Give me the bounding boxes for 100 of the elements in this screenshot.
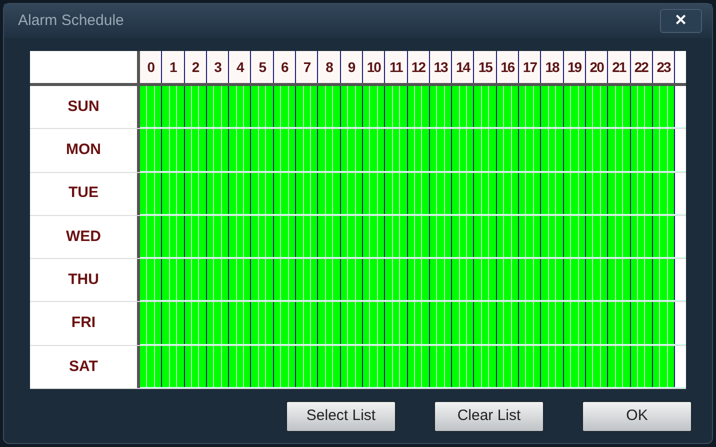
hour-cell[interactable]	[630, 172, 653, 214]
hour-cell[interactable]	[162, 129, 185, 171]
hour-cell[interactable]	[340, 129, 363, 171]
hour-cell[interactable]	[296, 346, 318, 388]
hour-cell[interactable]	[206, 346, 230, 388]
hour-cell[interactable]	[296, 302, 318, 344]
hour-cell[interactable]	[652, 172, 676, 214]
hour-cell[interactable]	[496, 346, 520, 388]
hour-cell[interactable]	[362, 86, 386, 128]
hour-cell[interactable]	[385, 129, 408, 171]
hour-cell[interactable]	[318, 346, 341, 388]
hour-cell[interactable]	[541, 259, 564, 300]
hour-cell[interactable]	[474, 216, 497, 258]
hour-cell[interactable]	[496, 129, 520, 171]
hour-cell[interactable]	[184, 86, 207, 128]
hour-cell[interactable]	[251, 86, 274, 128]
hour-cell[interactable]	[229, 216, 252, 258]
hour-cell[interactable]	[452, 86, 474, 128]
hour-cell[interactable]	[362, 129, 386, 171]
hour-cell[interactable]	[274, 346, 296, 388]
hour-cell[interactable]	[452, 346, 474, 388]
hour-cell[interactable]	[140, 302, 162, 344]
hour-cell[interactable]	[430, 259, 452, 300]
hour-cell[interactable]	[608, 259, 631, 300]
hour-cell[interactable]	[630, 259, 653, 300]
hour-cell[interactable]	[206, 302, 230, 344]
hour-cell[interactable]	[586, 346, 608, 388]
hour-cell[interactable]	[385, 259, 408, 300]
hour-cell[interactable]	[296, 172, 318, 214]
hour-cell[interactable]	[652, 302, 676, 344]
hour-cell[interactable]	[385, 302, 408, 344]
hour-cell[interactable]	[251, 346, 274, 388]
hour-cell[interactable]	[251, 302, 274, 344]
ok-button[interactable]: OK	[582, 401, 692, 432]
hour-cell[interactable]	[564, 86, 586, 128]
hour-cell[interactable]	[474, 86, 497, 128]
hour-cell[interactable]	[362, 302, 386, 344]
hour-cell[interactable]	[430, 346, 452, 388]
hour-cell[interactable]	[296, 86, 318, 128]
hour-cell[interactable]	[385, 346, 408, 388]
hour-cell[interactable]	[586, 216, 608, 258]
hour-cell[interactable]	[541, 172, 564, 214]
hour-cell[interactable]	[541, 302, 564, 344]
hour-cell[interactable]	[206, 216, 230, 258]
hour-cell[interactable]	[340, 259, 363, 300]
hour-cell[interactable]	[140, 259, 162, 300]
hour-cell[interactable]	[630, 216, 653, 258]
hour-cell[interactable]	[586, 86, 608, 128]
hour-cell[interactable]	[452, 172, 474, 214]
hour-cell[interactable]	[408, 216, 430, 258]
hour-cell[interactable]	[430, 129, 452, 171]
hour-cell[interactable]	[162, 346, 185, 388]
hour-cell[interactable]	[564, 216, 586, 258]
hour-cell[interactable]	[474, 259, 497, 300]
hour-cell[interactable]	[274, 259, 296, 300]
hour-cell[interactable]	[206, 259, 230, 300]
hour-cell[interactable]	[206, 129, 230, 171]
hour-cell[interactable]	[274, 172, 296, 214]
hour-cell[interactable]	[652, 129, 676, 171]
hour-cell[interactable]	[408, 346, 430, 388]
hour-cell[interactable]	[318, 302, 341, 344]
hour-cell[interactable]	[184, 302, 207, 344]
hour-cell[interactable]	[608, 216, 631, 258]
hour-cell[interactable]	[496, 86, 520, 128]
hour-cell[interactable]	[519, 259, 542, 300]
hour-cell[interactable]	[362, 346, 386, 388]
hour-cell[interactable]	[496, 302, 520, 344]
hour-cell[interactable]	[340, 86, 363, 128]
hour-cell[interactable]	[452, 302, 474, 344]
hour-cell[interactable]	[140, 346, 162, 388]
hour-cell[interactable]	[162, 302, 185, 344]
hour-cell[interactable]	[541, 346, 564, 388]
hour-cell[interactable]	[652, 346, 676, 388]
hour-cell[interactable]	[452, 259, 474, 300]
hour-cell[interactable]	[274, 86, 296, 128]
hour-cell[interactable]	[652, 259, 676, 300]
hour-cell[interactable]	[430, 172, 452, 214]
hour-cell[interactable]	[296, 216, 318, 258]
hour-cell[interactable]	[140, 172, 162, 214]
hour-cell[interactable]	[408, 129, 430, 171]
hour-cell[interactable]	[140, 129, 162, 171]
hour-cell[interactable]	[318, 259, 341, 300]
hour-cell[interactable]	[340, 172, 363, 214]
hour-cell[interactable]	[608, 86, 631, 128]
hour-cell[interactable]	[184, 216, 207, 258]
hour-cell[interactable]	[408, 259, 430, 300]
hour-cell[interactable]	[318, 172, 341, 214]
hour-cell[interactable]	[206, 172, 230, 214]
hour-cell[interactable]	[251, 129, 274, 171]
hour-cell[interactable]	[162, 216, 185, 258]
hour-cell[interactable]	[385, 172, 408, 214]
hour-cell[interactable]	[251, 172, 274, 214]
hour-cell[interactable]	[564, 302, 586, 344]
hour-cell[interactable]	[564, 129, 586, 171]
hour-cell[interactable]	[586, 172, 608, 214]
hour-cell[interactable]	[362, 259, 386, 300]
hour-cell[interactable]	[519, 129, 542, 171]
hour-cell[interactable]	[519, 302, 542, 344]
select-list-button[interactable]: Select List	[286, 401, 396, 432]
close-button[interactable]: ✕	[660, 9, 702, 33]
